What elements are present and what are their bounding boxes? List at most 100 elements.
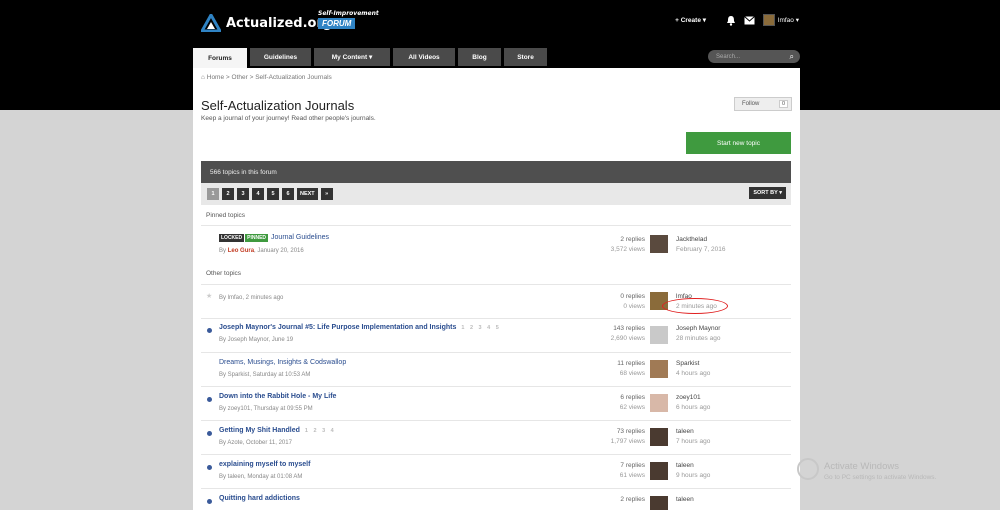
last-post-time[interactable]: 4 hours ago <box>676 369 710 379</box>
forum-badge[interactable]: Self-Improvement FORUM <box>318 10 379 29</box>
table-row[interactable]: Dreams, Musings, Insights & Codswallop B… <box>201 352 791 386</box>
topic-title-text: Journal Guidelines <box>271 234 330 241</box>
avatar[interactable] <box>650 496 668 510</box>
create-label: Create <box>680 17 701 24</box>
page-3[interactable]: 3 <box>237 188 249 200</box>
breadcrumb-home[interactable]: Home <box>207 74 224 81</box>
breadcrumb-separator: > <box>225 74 230 81</box>
table-row[interactable]: Joseph Maynor's Journal #5: Life Purpose… <box>201 318 791 352</box>
breadcrumb-other[interactable]: Other <box>232 74 248 81</box>
avatar[interactable] <box>650 394 668 412</box>
star-icon: ★ <box>206 293 213 300</box>
topic-stats: 2 replies 3,572 views <box>611 235 645 255</box>
last-post-time[interactable]: 28 minutes ago <box>676 334 720 344</box>
last-post-time[interactable]: February 7, 2016 <box>676 245 726 255</box>
table-row[interactable]: explaining myself to myself By taleen, M… <box>201 454 791 488</box>
last-poster[interactable]: Sparkist <box>676 359 710 369</box>
topic-title-text: Quitting hard addictions <box>219 495 300 502</box>
topic-title[interactable]: Joseph Maynor's Journal #5: Life Purpose… <box>219 324 501 331</box>
logo-text: Actualized.org <box>226 15 333 31</box>
tab-all-videos[interactable]: All Videos <box>393 48 455 66</box>
last-post-time[interactable]: 7 hours ago <box>676 437 710 447</box>
last-post-info: taleen 9 hours ago <box>676 461 710 481</box>
windows-activation-icon <box>797 458 819 480</box>
avatar[interactable] <box>650 428 668 446</box>
username-menu[interactable]: lmfao ▾ <box>778 16 799 24</box>
last-post-info: Joseph Maynor 28 minutes ago <box>676 324 720 344</box>
page-4[interactable]: 4 <box>252 188 264 200</box>
topic-title[interactable]: Dreams, Musings, Insights & Codswallop <box>219 359 346 366</box>
topic-author[interactable]: Leo Gura <box>228 248 254 254</box>
create-menu-button[interactable]: + Create ▾ <box>675 16 706 24</box>
user-avatar[interactable] <box>763 14 776 26</box>
mail-icon[interactable] <box>744 15 755 25</box>
page-6[interactable]: 6 <box>282 188 294 200</box>
topic-title[interactable]: Down into the Rabbit Hole - My Life <box>219 393 336 400</box>
sort-by-button[interactable]: SORT BY ▾ <box>749 187 786 199</box>
reply-count: 6 replies <box>620 394 645 401</box>
topic-title[interactable]: LOCKED PINNED Journal Guidelines <box>219 234 329 242</box>
search-input[interactable]: Search... ⌕ <box>708 50 800 63</box>
avatar[interactable] <box>650 235 668 253</box>
topic-title[interactable]: Quitting hard addictions <box>219 495 300 502</box>
reply-count: 73 replies <box>616 428 645 435</box>
search-placeholder: Search... <box>716 53 741 60</box>
main-nav: Forums Guidelines My Content ▾ All Video… <box>193 48 800 68</box>
topic-stats: 6 replies 62 views <box>620 393 645 413</box>
topic-title[interactable]: explaining myself to myself <box>219 461 310 468</box>
search-icon[interactable]: ⌕ <box>790 52 794 62</box>
topic-title[interactable]: Getting My Shit Handled 1 2 3 4 <box>219 427 336 434</box>
forum-page: ⌂ Home > Other > Self-Actualization Jour… <box>193 68 800 510</box>
section-pinned-heading: Pinned topics <box>206 212 246 219</box>
page-5[interactable]: 5 <box>267 188 279 200</box>
topic-stats: 73 replies 1,797 views <box>611 427 645 447</box>
last-poster[interactable]: Joseph Maynor <box>676 324 720 334</box>
topic-stats: 0 replies 0 views <box>620 292 645 312</box>
follow-button[interactable]: Follow 0 <box>734 97 792 111</box>
last-poster[interactable]: Jackthelad <box>676 235 726 245</box>
forum-description: Keep a journal of your journey! Read oth… <box>201 115 376 122</box>
reply-count: 2 replies <box>620 496 645 503</box>
start-new-topic-button[interactable]: Start new topic <box>686 132 791 154</box>
tab-guidelines[interactable]: Guidelines <box>250 48 311 66</box>
tab-store[interactable]: Store <box>504 48 547 66</box>
table-row[interactable]: Down into the Rabbit Hole - My Life By z… <box>201 386 791 420</box>
tab-forums[interactable]: Forums <box>193 48 247 68</box>
topic-title-text: Getting My Shit Handled <box>219 427 300 434</box>
pagination: 1 2 3 4 5 6 NEXT » SORT BY ▾ <box>201 183 791 205</box>
meta-by: By <box>219 248 227 254</box>
topic-stats: 143 replies 2,690 views <box>611 324 645 344</box>
topic-stats: 7 replies 61 views <box>620 461 645 481</box>
last-poster[interactable]: taleen <box>676 461 710 471</box>
topic-stats: 11 replies 68 views <box>617 359 645 379</box>
avatar[interactable] <box>650 326 668 344</box>
topic-meta: By Joseph Maynor, June 19 <box>219 337 294 343</box>
page-2[interactable]: 2 <box>222 188 234 200</box>
last-page-button[interactable]: » <box>320 188 333 200</box>
home-icon: ⌂ <box>201 74 205 81</box>
topic-meta: By Sparkist, Saturday at 10:53 AM <box>219 372 311 378</box>
page-1[interactable]: 1 <box>207 188 219 200</box>
tab-blog[interactable]: Blog <box>458 48 501 66</box>
avatar[interactable] <box>650 462 668 480</box>
last-post-time[interactable]: 6 hours ago <box>676 403 710 413</box>
bell-icon[interactable] <box>726 15 736 26</box>
avatar[interactable] <box>650 360 668 378</box>
table-row[interactable]: Getting My Shit Handled 1 2 3 4 By Azote,… <box>201 420 791 454</box>
topic-page-links[interactable]: 1 2 3 4 5 <box>461 325 500 331</box>
topic-page-links[interactable]: 1 2 3 4 <box>305 428 336 434</box>
unread-dot-icon <box>207 397 212 402</box>
table-row[interactable]: LOCKED PINNED Journal Guidelines By Leo … <box>201 225 791 262</box>
table-row[interactable]: Quitting hard addictions 2 replies talee… <box>201 488 791 510</box>
site-logo[interactable]: Actualized.org <box>201 14 332 32</box>
topic-stats: 2 replies <box>620 495 645 505</box>
last-post-time[interactable]: 9 hours ago <box>676 471 710 481</box>
view-count: 3,572 views <box>610 246 645 253</box>
last-post-info: taleen <box>676 495 694 505</box>
last-poster[interactable]: taleen <box>676 495 694 505</box>
next-page-button[interactable]: NEXT <box>297 188 318 200</box>
last-poster[interactable]: taleen <box>676 427 710 437</box>
topic-meta: By Azote, October 11, 2017 <box>219 440 292 446</box>
last-poster[interactable]: zoey101 <box>676 393 710 403</box>
tab-my-content[interactable]: My Content ▾ <box>314 48 390 66</box>
